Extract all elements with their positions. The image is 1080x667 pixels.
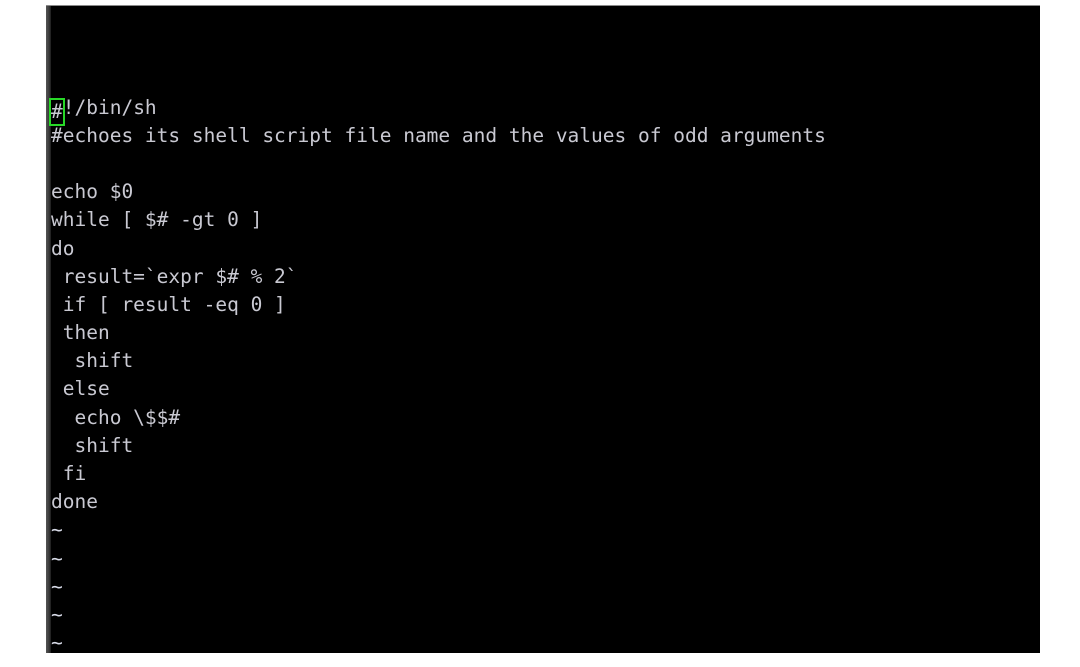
empty-line-marker: ~: [51, 546, 63, 570]
code-line-text: else: [51, 377, 110, 401]
code-line[interactable]: fi: [51, 460, 1040, 488]
code-line-text: then: [51, 321, 110, 345]
empty-line-marker: ~: [51, 602, 63, 626]
code-line-text: while [ $# -gt 0 ]: [51, 208, 263, 232]
code-line-text: !/bin/sh: [62, 95, 157, 119]
code-line-text: shift: [51, 433, 134, 457]
empty-line-marker: ~: [51, 631, 63, 653]
code-line[interactable]: then: [51, 319, 1040, 347]
code-line[interactable]: if [ result -eq 0 ]: [51, 291, 1040, 319]
code-line[interactable]: [51, 150, 1040, 178]
code-line[interactable]: echo $0: [51, 178, 1040, 206]
terminal-window[interactable]: #!/bin/sh #echoes its shell script file n…: [46, 5, 1040, 653]
code-line-text: echo \$$#: [51, 405, 181, 429]
code-line-text: echo $0: [51, 180, 134, 204]
vim-text-buffer[interactable]: #!/bin/sh #echoes its shell script file n…: [49, 6, 1040, 653]
empty-line-marker: ~: [51, 518, 63, 542]
code-line-text: do: [51, 236, 75, 260]
screen: #!/bin/sh #echoes its shell script file n…: [0, 0, 1080, 667]
code-line-text: result=`expr $# % 2`: [51, 264, 298, 288]
code-line[interactable]: shift: [51, 347, 1040, 375]
code-line[interactable]: done: [51, 488, 1040, 516]
code-line-text: if [ result -eq 0 ]: [51, 292, 286, 316]
code-line-text: fi: [51, 462, 87, 486]
empty-line-marker: ~: [51, 574, 63, 598]
code-line[interactable]: shift: [51, 432, 1040, 460]
code-line-text: shift: [51, 349, 134, 373]
vim-block-cursor: #: [49, 97, 65, 126]
code-line[interactable]: do: [51, 235, 1040, 263]
code-line-text: #echoes its shell script file name and t…: [51, 123, 826, 147]
code-line[interactable]: result=`expr $# % 2`: [51, 263, 1040, 291]
code-line[interactable]: else: [51, 375, 1040, 403]
code-line[interactable]: while [ $# -gt 0 ]: [51, 206, 1040, 234]
code-line-text: done: [51, 490, 98, 514]
code-line[interactable]: #!/bin/sh: [49, 94, 1040, 126]
code-line[interactable]: #echoes its shell script file name and t…: [51, 122, 1040, 150]
code-line[interactable]: echo \$$#: [51, 404, 1040, 432]
